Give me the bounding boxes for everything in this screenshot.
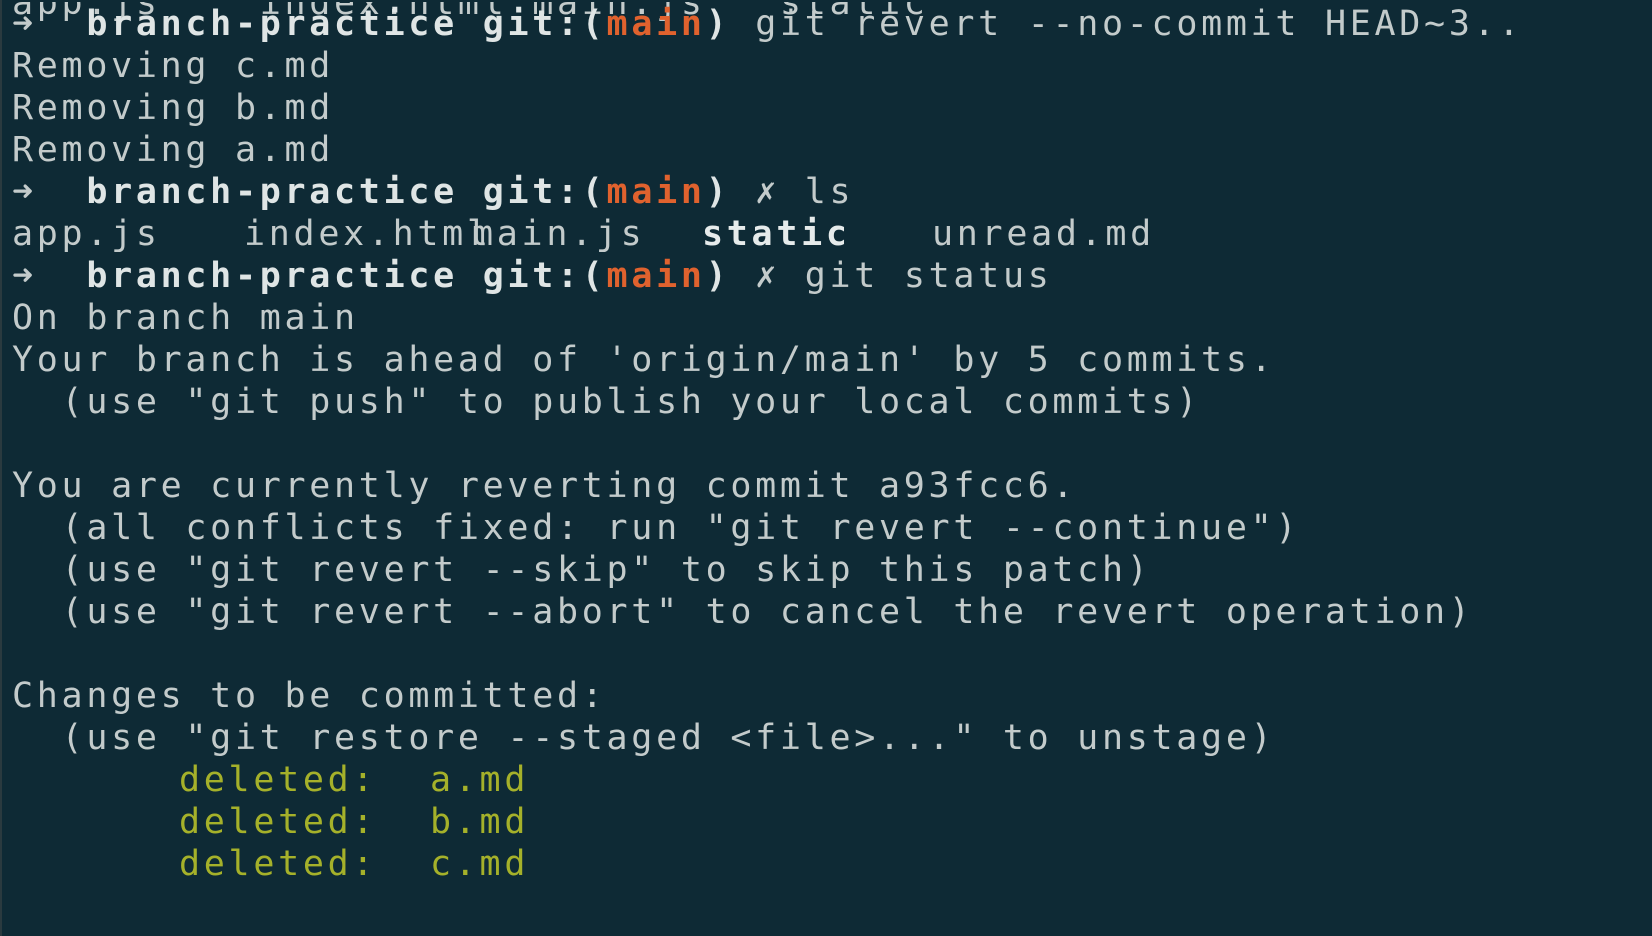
deleted-file-line: deleted: c.md [12, 843, 612, 885]
output-line: Removing b.md [12, 88, 335, 128]
deleted-file-name: a.md [430, 760, 530, 800]
status-hint: (all conflicts fixed: run "git revert --… [12, 508, 1301, 548]
dirty-mark-icon: ✗ [755, 256, 780, 296]
prompt-arrow-icon: ➜ [12, 256, 37, 296]
prompt-line: ➜ branch-practice git:(main) ✗ ls [12, 171, 854, 213]
prompt-git-suffix: ) [705, 4, 731, 44]
status-hint: (use "git revert --skip" to skip this pa… [12, 550, 1152, 590]
terminal-window[interactable]: app.js index.html main.js static ➜ branc… [0, 0, 1652, 936]
prompt-directory: branch-practice [86, 172, 458, 212]
ls-entry: unread.md [932, 214, 1155, 254]
status-hint: (use "git restore --staged <file>..." to… [12, 718, 1276, 758]
deleted-label: deleted: [179, 802, 378, 842]
command-text: git revert --no-commit HEAD~3.. [755, 4, 1524, 44]
prompt-line: ➜ branch-practice git:(main) ✗ git statu… [12, 255, 1052, 297]
deleted-file-name: c.md [430, 844, 530, 884]
prompt-git-suffix: ) [705, 256, 731, 296]
ls-entry-directory: static [702, 214, 851, 254]
status-line: You are currently reverting commit a93fc… [12, 466, 1078, 506]
deleted-file-line: deleted: a.md [12, 759, 612, 801]
prompt-branch: main [606, 4, 706, 44]
deleted-file-line: deleted: b.md [12, 801, 612, 843]
deleted-file-name: b.md [430, 802, 530, 842]
ls-entry: index.html [244, 214, 492, 254]
command-text: ls [804, 172, 855, 212]
command-text: git status [804, 256, 1053, 296]
ls-entry: app.js [12, 214, 161, 254]
prompt-git-prefix: git:( [482, 256, 607, 296]
prompt-arrow-icon: ➜ [12, 172, 37, 212]
output-line: Removing c.md [12, 46, 335, 86]
status-line: Changes to be committed: [12, 676, 607, 716]
ls-entry: main.js [472, 214, 646, 254]
prompt-branch: main [606, 256, 706, 296]
ls-output-line: app.js index.html main.js static unread.… [12, 213, 1212, 255]
prompt-directory: branch-practice [86, 256, 458, 296]
status-line: Your branch is ahead of 'origin/main' by… [12, 340, 1276, 380]
status-line: On branch main [12, 298, 359, 338]
prompt-directory: branch-practice [86, 4, 458, 44]
prompt-branch: main [606, 172, 706, 212]
status-hint: (use "git revert --abort" to cancel the … [12, 592, 1474, 632]
prompt-arrow-icon: ➜ [12, 4, 37, 44]
deleted-label: deleted: [179, 760, 378, 800]
prompt-git-suffix: ) [705, 172, 731, 212]
deleted-label: deleted: [179, 844, 378, 884]
prompt-git-prefix: git:( [482, 4, 607, 44]
prompt-line: ➜ branch-practice git:(main) git revert … [12, 3, 1523, 45]
output-line: Removing a.md [12, 130, 335, 170]
dirty-mark-icon: ✗ [755, 172, 780, 212]
status-hint: (use "git push" to publish your local co… [12, 382, 1202, 422]
prompt-git-prefix: git:( [482, 172, 607, 212]
